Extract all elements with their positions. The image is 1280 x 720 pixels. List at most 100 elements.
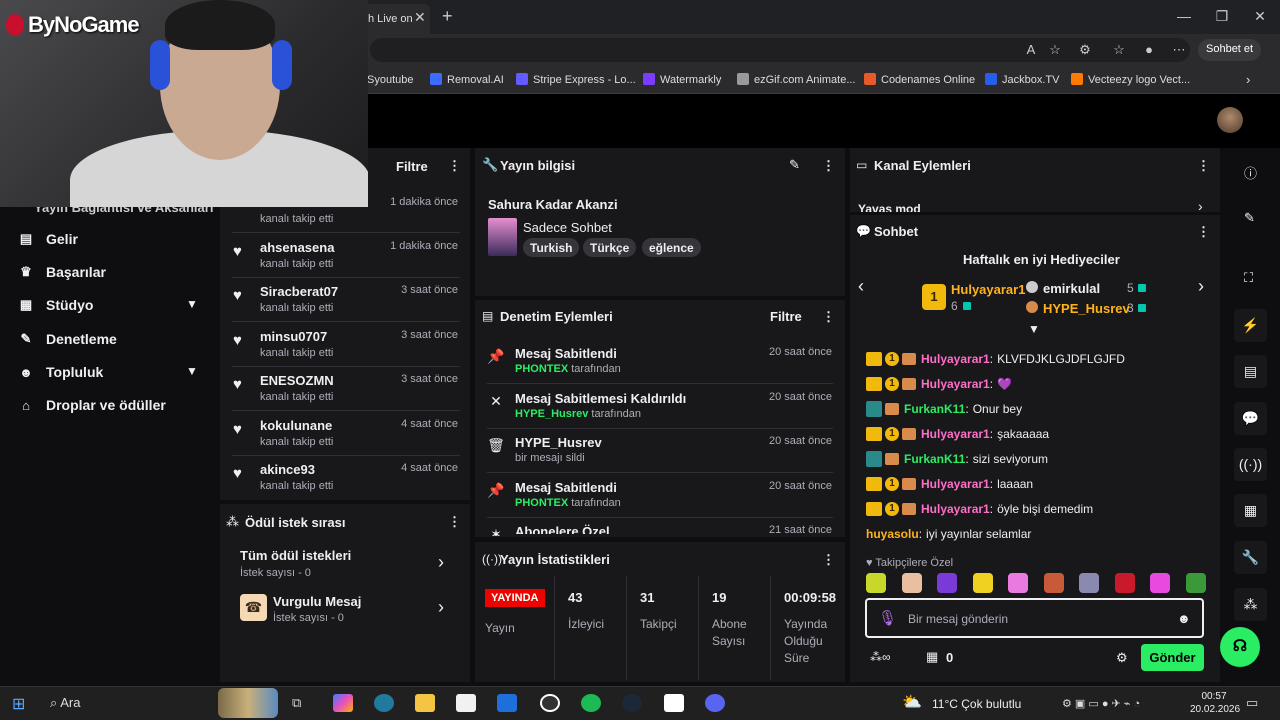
maximize-icon[interactable]: ❐: [1212, 8, 1232, 25]
more-options-icon[interactable]: ⋮: [822, 158, 835, 174]
moderator-name[interactable]: PHONTEX: [515, 363, 568, 375]
feed-item-name[interactable]: Siracberat07: [260, 284, 338, 299]
gifter-name[interactable]: emirkulal: [1043, 281, 1100, 296]
feed-item-name[interactable]: minsu0707: [260, 329, 327, 344]
bookmark-item[interactable]: Jackbox.TV: [985, 73, 1059, 86]
edge-icon[interactable]: [374, 694, 394, 712]
chevron-right-icon[interactable]: ›: [438, 597, 444, 618]
chevron-down-icon[interactable]: ▼: [186, 364, 198, 378]
taskbar-search[interactable]: ⌕ Ara: [50, 695, 80, 711]
chevron-right-icon[interactable]: ›: [438, 552, 444, 573]
chat-username[interactable]: Hulyayarar1: [921, 377, 990, 391]
send-button[interactable]: Gönder: [1141, 644, 1204, 671]
favorite-star-icon[interactable]: ☆: [1046, 42, 1064, 58]
emote-picker-icon[interactable]: ☻: [1177, 611, 1191, 626]
emote-icon[interactable]: [1043, 573, 1064, 593]
emote-icon[interactable]: [1185, 573, 1206, 593]
avatar[interactable]: [1217, 107, 1243, 133]
chat-message[interactable]: 1 Hulyayarar1: öyle bişi demedim: [866, 500, 1093, 518]
more-options-icon[interactable]: ⋮: [448, 158, 461, 174]
sidebar-item[interactable]: ♛ Başarılar: [18, 260, 106, 284]
headset-help-icon[interactable]: ☊: [1220, 627, 1260, 667]
chat-username[interactable]: FurkanK11: [904, 402, 965, 416]
emote-icon[interactable]: [972, 573, 993, 593]
system-tray-icons[interactable]: ⚙ ▣ ▭ ● ✈ ⌁ ◔: [1062, 697, 1140, 710]
feed-item-name[interactable]: ENESOZMN: [260, 373, 334, 388]
bolt-icon[interactable]: ⚡: [1234, 309, 1267, 342]
sidebar-item[interactable]: ✎ Denetleme: [18, 327, 117, 351]
url-input[interactable]: [370, 38, 1190, 62]
chat-message[interactable]: 1 Hulyayarar1: şakaaaaa: [866, 425, 1049, 443]
reward-item-title[interactable]: Tüm ödül istekleri: [240, 548, 351, 563]
favorites-icon[interactable]: ☆: [1110, 42, 1128, 58]
chat-username[interactable]: Hulyayarar1: [921, 352, 990, 366]
bookmark-item[interactable]: Removal.AI: [430, 73, 504, 86]
chat-message[interactable]: FurkanK11: sizi seviyorum: [866, 450, 1048, 468]
more-options-icon[interactable]: ⋮: [822, 552, 835, 568]
sidebar-item[interactable]: ▤ Gelir: [18, 227, 78, 251]
bookmark-item[interactable]: Vecteezy logo Vect...: [1071, 73, 1190, 86]
chat-username[interactable]: FurkanK11: [904, 452, 965, 466]
emote-icon[interactable]: [937, 573, 957, 593]
tag-chip[interactable]: Turkish: [523, 238, 580, 257]
chat-message[interactable]: 1 Hulyayarar1: laaaan: [866, 475, 1033, 493]
chat-icon[interactable]: 💬: [1234, 402, 1267, 435]
window-close-icon[interactable]: ✕: [1250, 8, 1270, 25]
chat-username[interactable]: Hulyayarar1: [921, 477, 990, 491]
chevron-left-icon[interactable]: ‹: [858, 276, 864, 297]
search-highlight-image[interactable]: [218, 688, 278, 718]
more-menu-icon[interactable]: ⋯: [1170, 42, 1188, 58]
community-icon[interactable]: ⁂: [1234, 588, 1267, 621]
new-tab-icon[interactable]: +: [442, 6, 453, 27]
feed-item-name[interactable]: ahsenasena: [260, 240, 334, 255]
tab-close-icon[interactable]: ✕: [414, 9, 426, 26]
chat-username[interactable]: Hulyayarar1: [921, 502, 990, 516]
chevron-right-icon[interactable]: ›: [1198, 276, 1204, 297]
store-icon[interactable]: [456, 694, 476, 712]
obs-icon[interactable]: [540, 694, 560, 712]
profile-icon[interactable]: ●: [1140, 42, 1158, 57]
sidebar-item[interactable]: ⌂ Droplar ve ödüller: [18, 393, 166, 417]
sidebar-item[interactable]: ▦ Stüdyo: [18, 293, 94, 317]
info-icon[interactable]: ⓘ: [1244, 163, 1257, 182]
chat-settings-icon[interactable]: ⚙: [1116, 650, 1128, 666]
notes-icon[interactable]: ▤: [1234, 355, 1267, 388]
moderation-action-title[interactable]: Mesaj Sabitlemesi Kaldırıldı: [515, 391, 686, 406]
layout-icon[interactable]: ▦: [1234, 494, 1267, 527]
copilot-chat-button[interactable]: Sohbet et: [1198, 39, 1262, 61]
discord-icon[interactable]: [705, 694, 725, 712]
more-options-icon[interactable]: ⋮: [822, 309, 835, 325]
notepad-icon[interactable]: [664, 694, 684, 712]
steam-icon[interactable]: [622, 694, 642, 712]
chat-message[interactable]: FurkanK11: Onur bey: [866, 400, 1022, 418]
emote-icon[interactable]: [1114, 573, 1135, 593]
edit-pencil-icon[interactable]: ✎: [789, 157, 800, 173]
moderation-action-title[interactable]: Mesaj Sabitlendi: [515, 480, 617, 495]
read-aloud-icon[interactable]: A: [1022, 42, 1040, 57]
more-options-icon[interactable]: ⋮: [1197, 158, 1210, 174]
bookmark-item[interactable]: ezGif.com Animate...: [737, 73, 855, 86]
chevron-down-icon[interactable]: ▼: [186, 297, 198, 311]
windows-start-icon[interactable]: ⊞: [12, 694, 25, 714]
bookmark-item[interactable]: Stripe Express - Lo...: [516, 73, 636, 86]
more-options-icon[interactable]: ⋮: [1197, 224, 1210, 240]
taskbar-clock[interactable]: 00:57 20.02.2026: [1190, 690, 1240, 716]
spotify-icon[interactable]: [581, 694, 601, 712]
store-icon[interactable]: ▦: [926, 649, 938, 665]
emote-icon[interactable]: [1008, 573, 1028, 593]
microphone-icon[interactable]: 🎙: [878, 609, 897, 627]
moderator-name[interactable]: PHONTEX: [515, 497, 568, 509]
tag-chip[interactable]: eğlence: [642, 238, 701, 257]
clip-icon[interactable]: ⛶: [1244, 270, 1253, 286]
feed-item-name[interactable]: akince93: [260, 462, 315, 477]
moderation-filter-button[interactable]: Filtre: [770, 309, 802, 324]
moderation-action-title[interactable]: Abonelere Özel: [515, 524, 610, 534]
more-options-icon[interactable]: ⋮: [448, 514, 461, 530]
channel-points-icon[interactable]: ⁂∞: [870, 650, 891, 664]
chat-message[interactable]: 1 Hulyayarar1: KLVFDJKLGJDFLGJFD: [866, 350, 1125, 368]
sidebar-item[interactable]: ☻ Topluluk: [18, 360, 103, 384]
weather-text[interactable]: 11°C Çok bulutlu: [932, 697, 1021, 711]
wrench-icon[interactable]: 🔧: [1234, 541, 1267, 574]
bookmarks-overflow-chevron-icon[interactable]: ›: [1246, 72, 1250, 87]
chat-message[interactable]: huyasolu: iyi yayınlar selamlar: [866, 525, 1031, 543]
